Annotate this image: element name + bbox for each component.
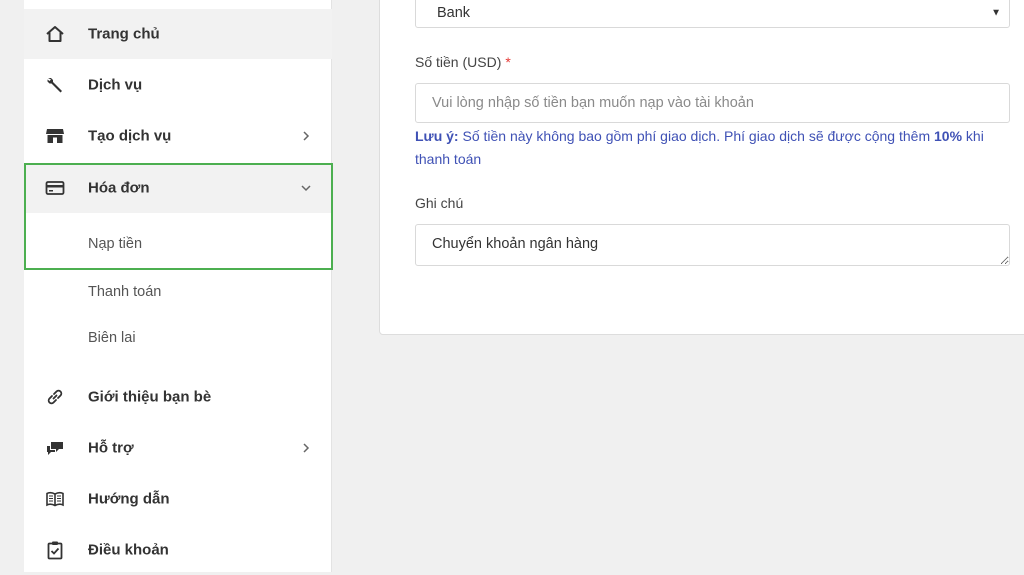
sidebar-item-create-service[interactable]: Tạo dịch vụ	[24, 111, 332, 161]
book-icon	[44, 488, 66, 510]
sidebar-subitem-payment[interactable]: Thanh toán	[24, 269, 332, 315]
sidebar-item-referral[interactable]: Giới thiệu bạn bè	[24, 372, 332, 422]
sidebar-item-label: Hỗ trợ	[88, 439, 134, 457]
sidebar: Trang chủ Dịch vụ Tạo dịch vụ Hóa đơn Nạ…	[24, 0, 332, 572]
sidebar-item-home[interactable]: Trang chủ	[24, 9, 332, 59]
home-icon	[44, 23, 66, 45]
amount-input[interactable]	[415, 83, 1010, 123]
chevron-down-icon	[300, 182, 312, 194]
chat-icon	[44, 437, 66, 459]
sidebar-subitem-deposit[interactable]: Nạp tiền	[24, 221, 332, 267]
sidebar-item-label: Giới thiệu bạn bè	[88, 388, 212, 406]
sidebar-item-label: Điều khoản	[88, 541, 169, 559]
credit-card-icon	[44, 177, 66, 199]
fee-note: Lưu ý: Số tiền này không bao gồm phí gia…	[415, 125, 1015, 171]
store-icon	[44, 125, 66, 147]
sidebar-item-services[interactable]: Dịch vụ	[24, 60, 332, 110]
wrench-icon	[44, 74, 66, 96]
link-icon	[44, 386, 66, 408]
amount-label-text: Số tiền (USD)	[415, 54, 502, 70]
note-prefix: Lưu ý:	[415, 128, 459, 144]
required-mark: *	[505, 54, 511, 70]
sidebar-item-terms[interactable]: Điều khoản	[24, 525, 332, 575]
caret-down-icon: ▼	[991, 7, 1001, 19]
sidebar-item-label: Hướng dẫn	[88, 490, 170, 508]
chevron-right-icon	[300, 442, 312, 454]
sidebar-item-label: Trang chủ	[88, 25, 160, 43]
clipboard-check-icon	[44, 539, 66, 561]
chevron-right-icon	[300, 130, 312, 142]
sidebar-subitem-receipt[interactable]: Biên lai	[24, 315, 332, 361]
sidebar-item-support[interactable]: Hỗ trợ	[24, 423, 332, 473]
amount-label: Số tiền (USD) *	[415, 54, 511, 70]
payment-method-value: Bank	[437, 5, 471, 21]
payment-method-select[interactable]: Bank ▼	[415, 0, 1010, 28]
note-text: Số tiền này không bao gồm phí giao dịch.…	[458, 128, 934, 144]
sidebar-item-label: Tạo dịch vụ	[88, 127, 172, 145]
memo-label: Ghi chú	[415, 195, 464, 211]
memo-textarea[interactable]: Chuyển khoản ngân hàng	[415, 224, 1010, 266]
sidebar-subitem-label: Biên lai	[88, 330, 136, 346]
sidebar-item-label: Dịch vụ	[88, 76, 143, 94]
sidebar-item-invoice[interactable]: Hóa đơn	[24, 163, 332, 213]
sidebar-item-label: Hóa đơn	[88, 179, 150, 197]
sidebar-subitem-label: Nạp tiền	[88, 236, 143, 252]
note-fee: 10%	[934, 128, 963, 144]
sidebar-subitem-label: Thanh toán	[88, 284, 162, 300]
sidebar-item-guide[interactable]: Hướng dẫn	[24, 474, 332, 524]
